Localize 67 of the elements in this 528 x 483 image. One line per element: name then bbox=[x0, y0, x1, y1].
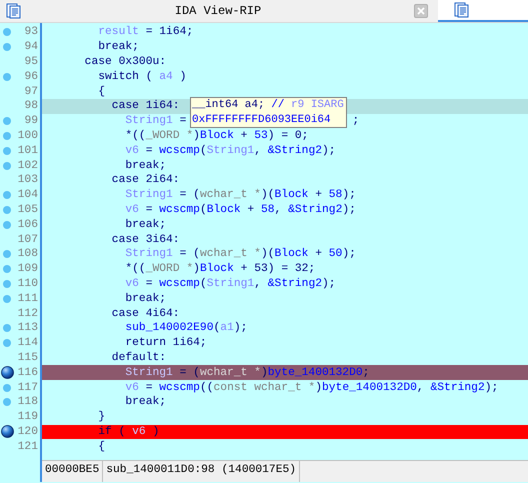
status-address: 00000BE5 bbox=[42, 461, 104, 482]
code-line: case 2i64: bbox=[110, 174, 180, 186]
code-line: sub_140002E90(a1); bbox=[124, 322, 248, 334]
line-number: 94 bbox=[23, 41, 39, 54]
code-line: return 1i64; bbox=[124, 337, 207, 350]
code-line: } bbox=[97, 411, 106, 424]
line-number: 103 bbox=[16, 174, 39, 186]
code-line: switch ( a4 ) bbox=[97, 70, 186, 83]
code-line: *((_WORD *)Block + 53) = 32; bbox=[124, 263, 316, 276]
line-number: 108 bbox=[16, 248, 39, 260]
code-line: case 1i64: bbox=[110, 100, 180, 112]
line-number: 119 bbox=[16, 411, 39, 424]
line-number: 118 bbox=[16, 396, 39, 408]
line-number: 101 bbox=[16, 144, 39, 157]
code-line: break; bbox=[124, 396, 166, 408]
code-line: default: bbox=[110, 352, 166, 364]
code-line: result = 1i64; bbox=[97, 26, 194, 38]
line-number: 99 bbox=[23, 115, 39, 128]
code-line: String1 = (wchar_t *)byte_1400132D0; bbox=[124, 366, 370, 379]
code-line: String1 = (wchar_t *)(Block + 50); bbox=[124, 248, 356, 260]
line-number: 106 bbox=[16, 218, 39, 231]
view-tab[interactable] bbox=[438, 0, 528, 22]
code-line: case 0x300u: bbox=[84, 56, 166, 68]
document-icon bbox=[6, 3, 22, 19]
line-number: 107 bbox=[16, 234, 39, 246]
code-line: break; bbox=[124, 218, 166, 231]
code-line: { bbox=[97, 440, 106, 453]
line-number: 113 bbox=[16, 322, 39, 334]
variable-tooltip: __int64 a4; // r9 ISARG 0xFFFFFFFFD6093EE0i64 bbox=[190, 97, 347, 128]
line-number: 97 bbox=[23, 86, 39, 98]
code-line: break; bbox=[124, 292, 166, 305]
code-line: { bbox=[97, 86, 106, 98]
document-icon bbox=[454, 2, 470, 18]
line-number: 98 bbox=[23, 100, 39, 112]
code-line: break; bbox=[97, 41, 139, 54]
code-line: v6 = wcscmp(String1, &String2); bbox=[124, 278, 336, 290]
line-number: 120 bbox=[16, 426, 39, 438]
line-number: 117 bbox=[16, 382, 39, 394]
code-line: String1 = (wchar_t *)(Block + 58); bbox=[124, 189, 356, 202]
code-line: case 3i64: bbox=[110, 234, 180, 246]
code-line: if ( v6 ) bbox=[97, 426, 160, 438]
line-number: 111 bbox=[16, 292, 39, 305]
code-line: break; bbox=[124, 160, 166, 172]
line-number: 104 bbox=[16, 189, 39, 202]
line-number: 116 bbox=[16, 366, 39, 379]
line-number: 114 bbox=[16, 337, 39, 350]
line-number: 109 bbox=[16, 263, 39, 276]
line-number: 110 bbox=[16, 278, 39, 290]
code-line: v6 = wcscmp(Block + 58, &String2); bbox=[124, 204, 356, 216]
code-line: *((_WORD *)Block + 53) = 0; bbox=[124, 130, 308, 142]
line-number: 102 bbox=[16, 160, 39, 172]
code-line: case 4i64: bbox=[110, 308, 180, 320]
line-number: 105 bbox=[16, 204, 39, 216]
line-number: 93 bbox=[23, 26, 39, 38]
line-number: 95 bbox=[23, 56, 39, 68]
breakpoint-icon[interactable] bbox=[0, 425, 14, 438]
code-fragment: ; bbox=[352, 115, 360, 128]
code-line: v6 = wcscmp((const wchar_t *)byte_1400132D0, &String2); bbox=[124, 382, 498, 394]
line-number: 100 bbox=[16, 130, 39, 142]
code-line: v6 = wcscmp(String1, &String2); bbox=[124, 144, 336, 157]
line-number: 121 bbox=[16, 440, 39, 453]
line-number: 115 bbox=[16, 352, 39, 364]
code-line: String1 = bbox=[124, 115, 186, 128]
line-number: 96 bbox=[23, 70, 39, 83]
breakpoint-icon[interactable] bbox=[0, 366, 14, 380]
line-number: 112 bbox=[16, 308, 39, 320]
status-location: sub_1400011D0:98 (1400017E5) bbox=[103, 461, 300, 482]
